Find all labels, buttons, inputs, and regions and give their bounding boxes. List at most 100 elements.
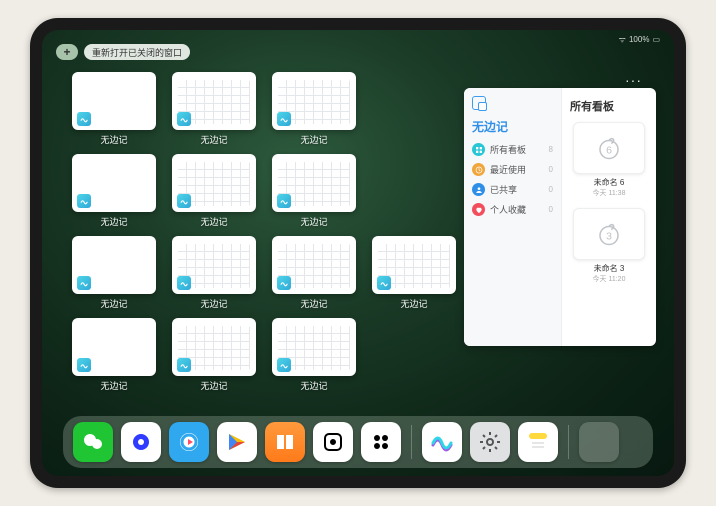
reopen-closed-window-button[interactable]: 重新打开已关闭的窗口 [84,44,190,60]
wifi-icon: ᯤ [619,34,626,45]
freeform-icon [77,276,91,290]
app-window-tile[interactable]: 无边记 [72,154,156,228]
app-switcher-grid: 无边记无边记无边记无边记无边记无边记无边记无边记无边记无边记无边记无边记无边记 [72,72,456,392]
app-preview [272,154,356,212]
app-preview [172,318,256,376]
app-preview [272,72,356,130]
dock-freeform-icon[interactable] [422,422,462,462]
dock-wechat-icon[interactable] [73,422,113,462]
sidebar-item-count: 8 [549,145,553,154]
app-preview [272,236,356,294]
app-label: 无边记 [100,215,127,228]
sidebar-item-label: 所有看板 [490,143,526,156]
ipad-frame: ᯤ 100% ▭ + 重新打开已关闭的窗口 无边记无边记无边记无边记无边记无边记… [30,18,686,488]
side-panel: 无边记 所有看板8最近使用0已共享0个人收藏0 所有看板 6未命名 6今天 11… [464,88,656,346]
freeform-icon [77,358,91,372]
dock-separator [568,425,569,459]
board-thumbnail: 6 [573,122,645,174]
freeform-icon [177,358,191,372]
panel-right-title: 所有看板 [570,98,648,114]
freeform-icon [277,194,291,208]
battery-label: 100% [629,35,649,44]
dock-settings-icon[interactable] [470,422,510,462]
app-window-tile[interactable]: 无边记 [72,236,156,310]
app-label: 无边记 [300,379,327,392]
sidebar-item-label: 最近使用 [490,163,526,176]
dock-notes-icon[interactable] [518,422,558,462]
svg-text:3: 3 [606,230,612,242]
dock-dice-icon[interactable] [313,422,353,462]
app-window-tile[interactable]: 无边记 [272,154,356,228]
dock-quark-icon[interactable] [121,422,161,462]
dock-app-library-icon[interactable] [579,422,619,462]
app-preview [72,72,156,130]
add-button[interactable]: + [56,44,78,60]
person-icon [472,183,485,196]
freeform-icon [277,276,291,290]
app-preview [272,318,356,376]
app-label: 无边记 [300,133,327,146]
dock-grid4-icon[interactable] [361,422,401,462]
app-preview [172,154,256,212]
app-label: 无边记 [200,133,227,146]
freeform-icon [277,358,291,372]
app-preview [172,72,256,130]
app-label: 无边记 [100,379,127,392]
ellipsis-icon[interactable]: ··· [625,72,642,88]
board-time: 今天 11:38 [573,188,645,198]
board-time: 今天 11:20 [573,274,645,284]
app-label: 无边记 [200,379,227,392]
panel-sidebar: 无边记 所有看板 8 最近使用0 已共享 0 个人收藏 0 [464,88,562,346]
screen: ᯤ 100% ▭ + 重新打开已关闭的窗口 无边记无边记无边记无边记无边记无边记… [42,30,674,476]
app-preview [172,236,256,294]
board-card[interactable]: 6 未命名 6今天 11:38 [573,122,645,198]
sidebar-item-count: 0 [549,205,553,214]
dock [63,416,653,468]
freeform-icon [277,112,291,126]
sidebar-item-count: 0 [549,185,553,194]
sidebar-item-grid[interactable]: 所有看板 8 [472,143,553,156]
panel-content: 所有看板 6未命名 6今天 11:383未命名 3今天 11:20 [562,88,656,346]
app-preview [72,236,156,294]
dock-play-icon[interactable] [217,422,257,462]
dock-separator [411,425,412,459]
app-window-tile[interactable]: 无边记 [172,318,256,392]
panel-title: 无边记 [472,118,553,135]
app-label: 无边记 [300,215,327,228]
app-window-tile[interactable]: 无边记 [272,318,356,392]
board-card[interactable]: 3未命名 3今天 11:20 [573,208,645,284]
freeform-icon [377,276,391,290]
app-label: 无边记 [400,297,427,310]
dock-books-icon[interactable] [265,422,305,462]
app-window-tile[interactable]: 无边记 [172,154,256,228]
sidebar-item-label: 个人收藏 [490,203,526,216]
battery-icon: ▭ [652,35,660,44]
clock-icon [472,163,485,176]
app-preview [72,154,156,212]
status-bar: ᯤ 100% ▭ [619,34,660,45]
app-window-tile[interactable]: 无边记 [372,236,456,310]
app-window-tile[interactable]: 无边记 [72,318,156,392]
app-preview [372,236,456,294]
sidebar-item-person[interactable]: 已共享 0 [472,183,553,196]
app-window-tile[interactable]: 无边记 [272,236,356,310]
sidebar-item-label: 已共享 [490,183,517,196]
app-label: 无边记 [100,133,127,146]
board-name: 未命名 6 [573,177,645,188]
app-window-tile[interactable]: 无边记 [272,72,356,146]
app-window-tile[interactable]: 无边记 [72,72,156,146]
freeform-icon [177,276,191,290]
dock-youku-icon[interactable] [169,422,209,462]
freeform-icon [77,112,91,126]
sidebar-item-clock[interactable]: 最近使用0 [472,163,553,176]
heart-icon [472,203,485,216]
freeform-icon [177,194,191,208]
app-window-tile[interactable]: 无边记 [172,236,256,310]
app-label: 无边记 [100,297,127,310]
app-window-tile[interactable]: 无边记 [172,72,256,146]
app-preview [72,318,156,376]
sidebar-item-heart[interactable]: 个人收藏 0 [472,203,553,216]
freeform-icon [177,112,191,126]
grid-icon [472,143,485,156]
freeform-icon [77,194,91,208]
